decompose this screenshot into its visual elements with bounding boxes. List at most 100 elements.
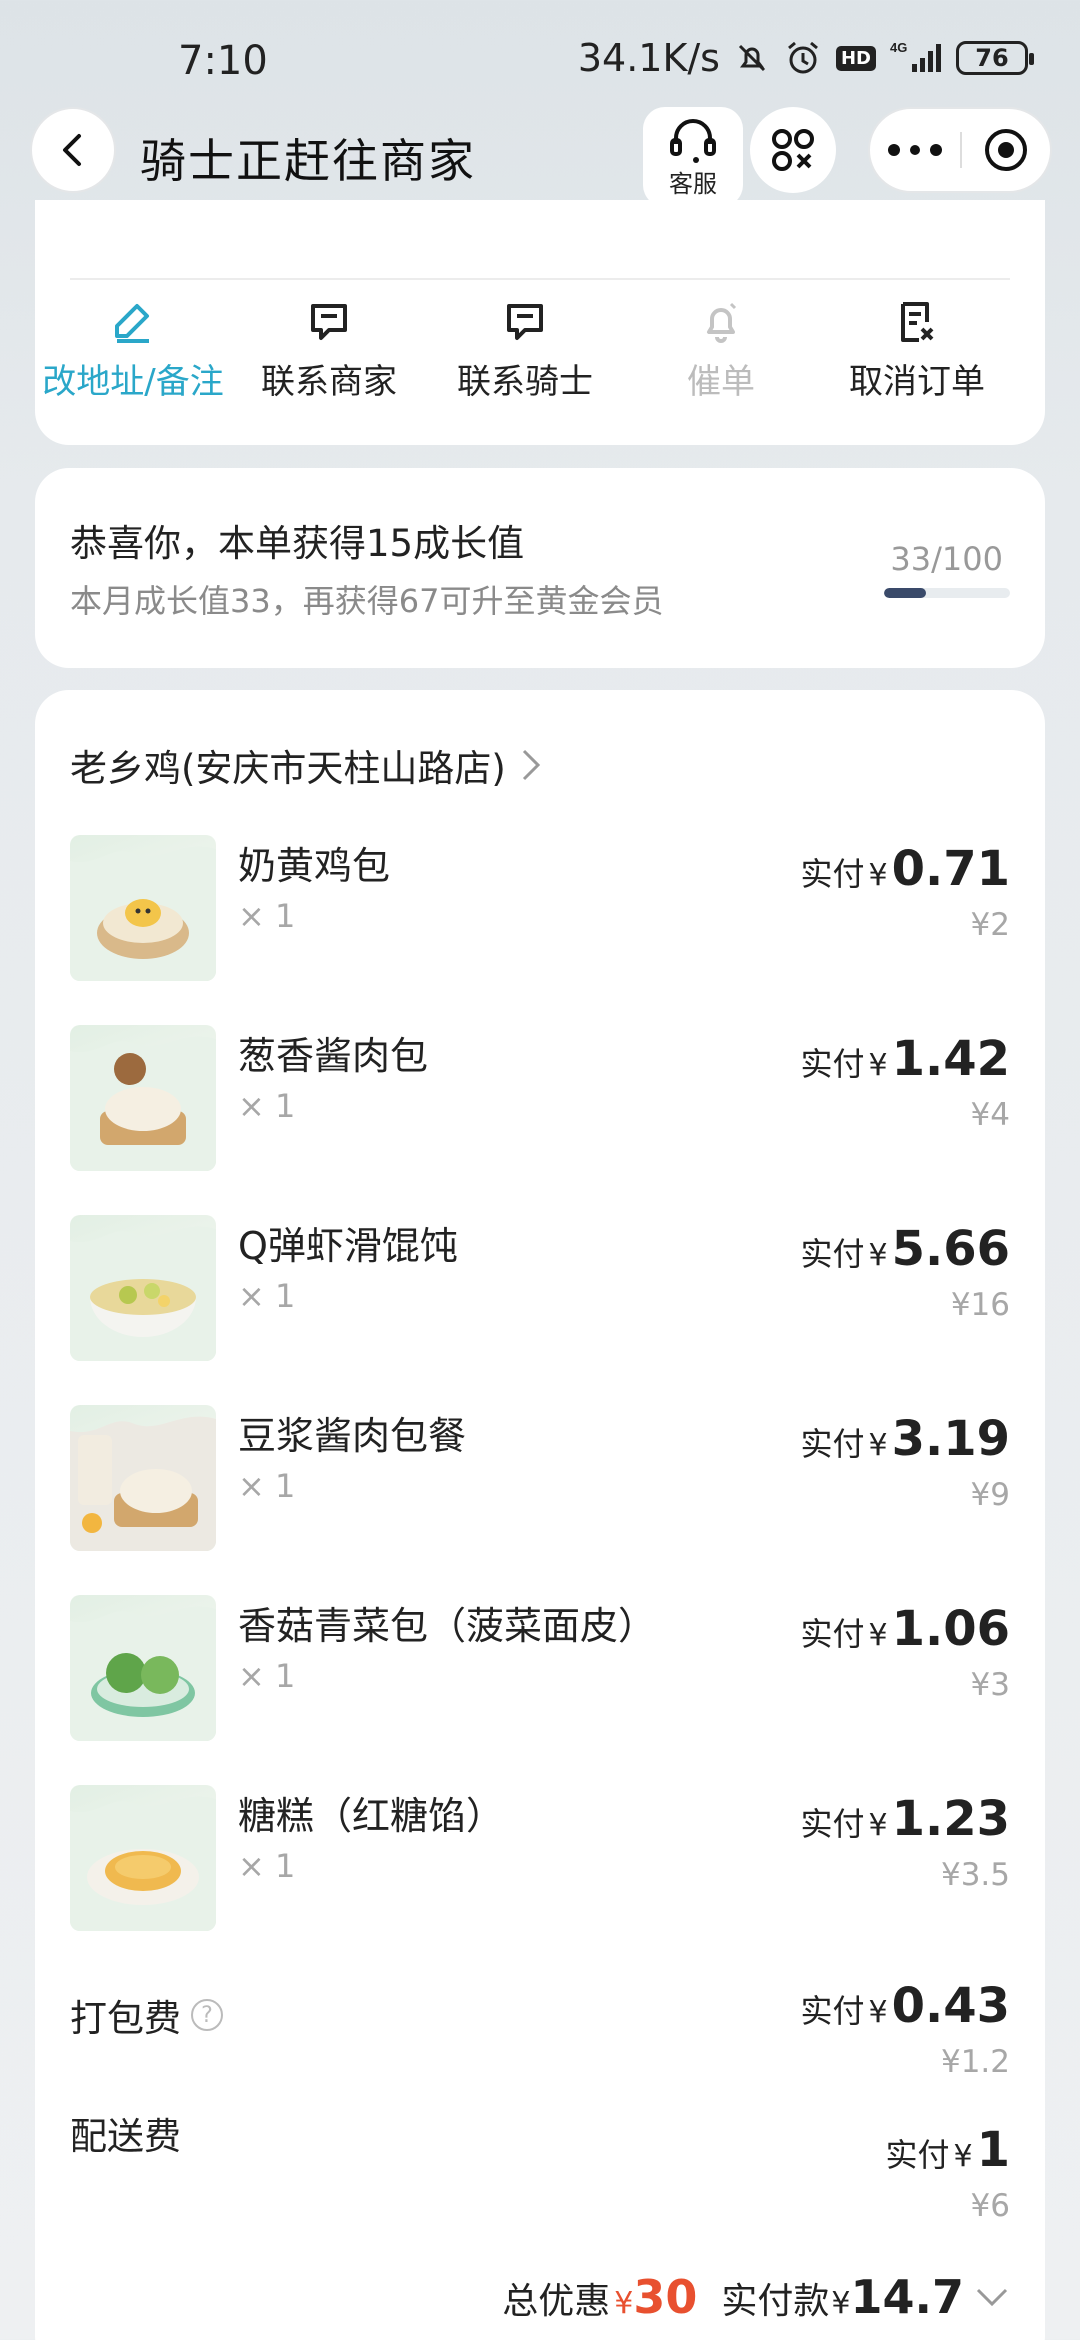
order-actions-card: 改地址/备注 联系商家 联系骑士 催单 取消订单 [35,200,1045,445]
chevron-right-icon [522,749,540,781]
paid-amount: 5.66 [891,1221,1010,1277]
original-price: ¥1.2 [940,2044,1010,2080]
original-price: ¥2 [970,907,1010,943]
item-name: 葱香酱肉包 [238,1034,429,1078]
store-link[interactable]: 老乡鸡(安庆市天柱山路店) [70,738,542,792]
cancel-doc-icon [901,302,934,342]
growth-card[interactable]: 恭喜你，本单获得15成长值 本月成长值33，再获得67可升至黄金会员 33/10… [35,468,1045,668]
fee-label: 打包费 ? [70,1988,223,2042]
action-label: 联系骑士 [457,362,593,402]
fee-paid-price: 实付 ¥ 0.43 [800,1978,1010,2034]
paid-amount: 3.19 [891,1411,1010,1467]
order-item[interactable]: 葱香酱肉包 × 1 实付 ¥ 1.42 ¥4 [70,1025,1010,1175]
action-cancel-order[interactable]: 取消订单 [819,300,1015,403]
close-mini-program-button[interactable] [962,109,1050,191]
item-image [70,1785,216,1931]
currency-symbol: ¥ [614,2286,634,2321]
fee-paid-price: 实付 ¥ 1 [885,2122,1010,2178]
back-arrow-icon [63,134,81,166]
more-dots-icon [888,144,942,156]
target-close-icon [984,129,1027,171]
order-total[interactable]: 总优惠 ¥ 30 实付款 ¥ 14.7 [502,2270,1010,2324]
chat-icon [311,304,347,340]
scan-icon [772,129,814,171]
growth-subtitle: 本月成长值33，再获得67可升至黄金会员 [70,582,664,620]
network-speed: 34.1K/s [577,36,720,80]
scan-button[interactable] [750,107,836,193]
back-button[interactable] [30,107,116,193]
order-item[interactable]: Q弹虾滑馄饨 × 1 实付 ¥ 5.66 ¥16 [70,1215,1010,1365]
paid-amount: 0.71 [891,841,1010,897]
action-label: 催单 [687,362,755,402]
total-pay-label: 实付款 [721,2281,830,2322]
order-item[interactable]: 糖糕（红糖馅） × 1 实付 ¥ 1.23 ¥3.5 [70,1785,1010,1935]
edit-icon [115,304,149,343]
growth-count: 33/100 [890,540,1003,578]
currency-symbol: ¥ [868,1618,888,1653]
currency-symbol: ¥ [868,1238,888,1273]
action-label: 改地址/备注 [42,362,224,402]
action-edit-address[interactable]: 改地址/备注 [35,300,231,403]
item-image [70,1405,216,1551]
mini-program-capsule [868,107,1052,193]
paid-amount: 1 [976,2122,1010,2178]
alarm-icon [784,39,822,77]
item-quantity: × 1 [238,1277,296,1315]
item-paid-price: 实付 ¥ 5.66 [800,1221,1010,1277]
original-price: ¥4 [970,1097,1010,1133]
paid-label: 实付 [800,855,865,893]
total-discount-amount: 30 [633,2270,698,2324]
total-pay-amount: 14.7 [850,2270,965,2324]
nav-bar: 骑士正赶往商家 客服 [0,105,1080,207]
currency-symbol: ¥ [868,1995,888,2030]
help-icon[interactable]: ? [191,1999,223,2031]
original-price: ¥6 [970,2188,1010,2224]
order-item[interactable]: 香菇青菜包（菠菜面皮） × 1 实付 ¥ 1.06 ¥3 [70,1595,1010,1745]
delivery-fee-label: 配送费 [70,2115,181,2158]
item-name: 奶黄鸡包 [238,844,391,888]
paid-label: 实付 [885,2136,950,2174]
mute-bell-icon [734,40,770,76]
item-paid-price: 实付 ¥ 3.19 [800,1411,1010,1467]
item-quantity: × 1 [238,1847,296,1885]
paid-amount: 1.23 [891,1791,1010,1847]
paid-amount: 1.06 [891,1601,1010,1657]
order-detail-card: 老乡鸡(安庆市天柱山路店) 奶黄鸡包 × 1 实付 ¥ 0.71 ¥2 葱香酱肉… [35,690,1045,2340]
action-contact-merchant[interactable]: 联系商家 [231,300,427,403]
packaging-fee-row: 打包费 ? 实付 ¥ 0.43 ¥1.2 [70,1972,1010,2082]
growth-progress-bar [884,588,1010,598]
currency-symbol: ¥ [868,1808,888,1843]
more-button[interactable] [870,109,960,191]
paid-label: 实付 [800,1045,865,1083]
paid-label: 实付 [800,1805,865,1843]
action-label: 取消订单 [849,362,985,402]
fee-label: 配送费 [70,2106,181,2160]
status-indicators: 34.1K/s HD 4G 76 [577,36,1034,80]
item-paid-price: 实付 ¥ 1.23 [800,1791,1010,1847]
action-urge-order[interactable]: 催单 [623,300,819,403]
store-name: 老乡鸡(安庆市天柱山路店) [70,747,506,790]
currency-symbol: ¥ [868,1048,888,1083]
chat-icon [507,304,543,340]
paid-label: 实付 [800,1992,865,2030]
divider [70,278,1010,280]
order-item[interactable]: 豆浆酱肉包餐 × 1 实付 ¥ 3.19 ¥9 [70,1405,1010,1555]
item-name: 糖糕（红糖馅） [238,1794,505,1838]
item-paid-price: 实付 ¥ 1.06 [800,1601,1010,1657]
packaging-fee-label: 打包费 [70,1997,181,2040]
item-image [70,1215,216,1361]
paid-label: 实付 [800,1235,865,1273]
item-paid-price: 实付 ¥ 0.71 [800,841,1010,897]
item-image [70,835,216,981]
headset-icon [670,118,716,163]
battery-icon: 76 [956,41,1034,75]
customer-service-button[interactable]: 客服 [643,107,743,207]
order-item[interactable]: 奶黄鸡包 × 1 实付 ¥ 0.71 ¥2 [70,835,1010,985]
bell-icon [707,302,737,343]
action-contact-rider[interactable]: 联系骑士 [427,300,623,403]
page-title: 骑士正赶往商家 [140,134,476,188]
paid-label: 实付 [800,1615,865,1653]
total-discount-label: 总优惠 [502,2281,611,2322]
item-image [70,1025,216,1171]
currency-symbol: ¥ [868,1428,888,1463]
